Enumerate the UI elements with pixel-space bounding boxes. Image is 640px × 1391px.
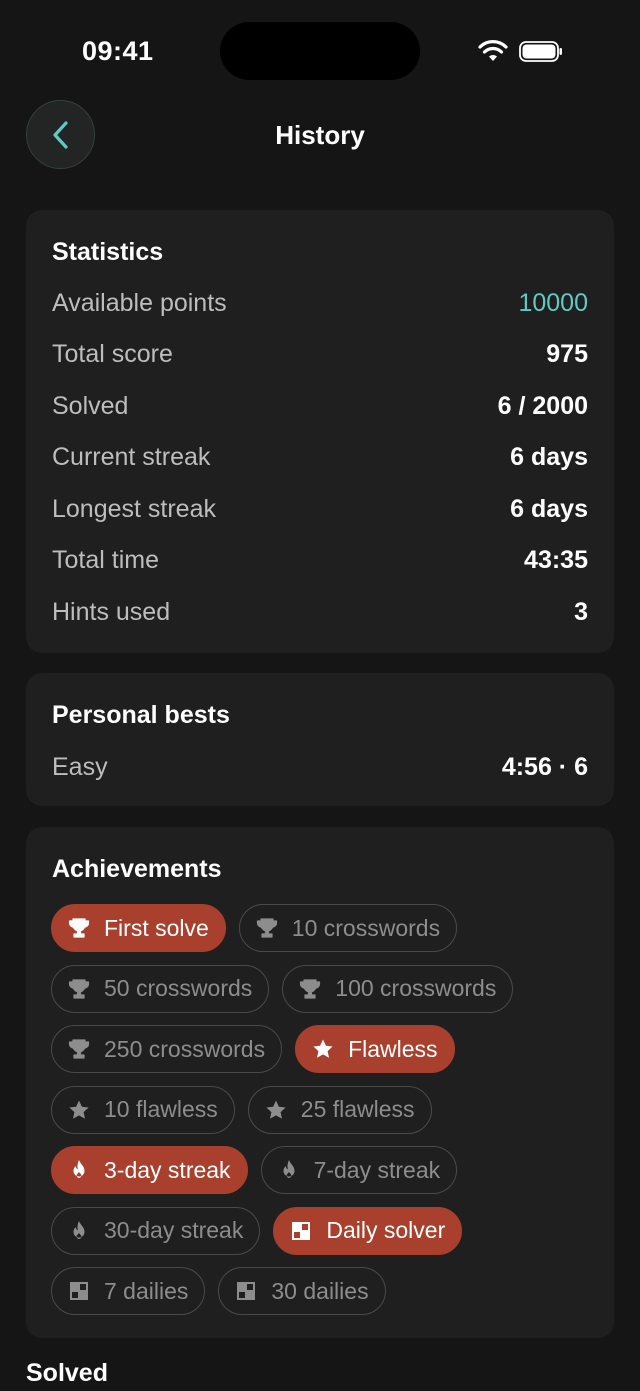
achievement-chip-50-crosswords[interactable]: 50 crosswords xyxy=(51,964,270,1013)
grid-icon xyxy=(70,1282,88,1300)
personal-bests-title: Personal bests xyxy=(52,701,230,729)
achievement-chip-3-day-streak[interactable]: 3-day streak xyxy=(51,1146,248,1194)
chip-label: 7-day streak xyxy=(313,1156,441,1183)
stat-value: 43:35 xyxy=(524,546,588,574)
chip-row: 50 crosswords 100 crosswords xyxy=(51,964,591,1013)
achievement-chip-10-flawless[interactable]: 10 flawless xyxy=(51,1085,235,1134)
achievement-chip-flawless[interactable]: Flawless xyxy=(295,1025,455,1073)
achievements-title: Achievements xyxy=(52,855,222,883)
flame-icon xyxy=(73,1160,85,1178)
stat-label: Solved xyxy=(52,392,129,420)
status-time: 09:41 xyxy=(82,36,154,66)
achievement-chip-7-day-streak[interactable]: 7-day streak xyxy=(260,1146,458,1194)
stat-value: 6 days xyxy=(510,443,588,471)
chip-label: 30-day streak xyxy=(104,1217,244,1243)
achievement-chip-10-crosswords[interactable]: 10 crosswords xyxy=(238,904,458,952)
star-icon xyxy=(69,1100,89,1119)
chip-row: 250 crosswords Flawless xyxy=(51,1025,591,1073)
flame-icon xyxy=(283,1160,295,1178)
personal-bests-card: Personal bests Easy 4:56 · 6 xyxy=(26,673,614,806)
stat-label: Current streak xyxy=(52,443,211,471)
grid-icon xyxy=(237,1282,256,1300)
statistics-card: Statistics Available points 10000 Total … xyxy=(26,210,614,653)
flame-icon xyxy=(73,1220,85,1239)
achievement-chip-250-crosswords[interactable]: 250 crosswords xyxy=(51,1025,283,1073)
stat-row-solved: Solved 6 / 2000 xyxy=(52,392,588,426)
chip-label: First solve xyxy=(104,914,209,941)
nav-bar: History xyxy=(0,98,640,170)
statistics-title: Statistics xyxy=(52,238,164,266)
trophy-icon xyxy=(300,978,321,999)
stat-row-hints-used: Hints used 3 xyxy=(52,598,588,632)
stat-row-longest-streak: Longest streak 6 days xyxy=(52,495,588,529)
star-icon xyxy=(266,1100,286,1119)
status-bar: 09:41 xyxy=(0,0,640,90)
best-value: 4:56 · 6 xyxy=(501,753,588,781)
chip-row: 30-day streak Daily solver xyxy=(51,1206,591,1255)
achievement-chips: First solve 10 crosswords 50 crosswords … xyxy=(51,904,591,1328)
stat-row-available-points: Available points 10000 xyxy=(52,289,588,323)
chip-label: Daily solver xyxy=(326,1217,446,1243)
chip-label: 30 dailies xyxy=(271,1277,369,1304)
chip-label: 100 crosswords xyxy=(335,975,497,1001)
achievement-chip-first-solve[interactable]: First solve xyxy=(51,904,226,952)
achievement-chip-7-dailies[interactable]: 7 dailies xyxy=(51,1267,206,1315)
achievement-chip-100-crosswords[interactable]: 100 crosswords xyxy=(282,964,514,1013)
chip-label: 50 crosswords xyxy=(104,975,253,1001)
achievement-chip-25-flawless[interactable]: 25 flawless xyxy=(247,1085,432,1134)
page-title: History xyxy=(275,120,365,150)
achievement-chip-30-dailies[interactable]: 30 dailies xyxy=(218,1267,386,1315)
star-icon xyxy=(313,1039,333,1058)
chip-row: First solve 10 crosswords xyxy=(51,904,591,952)
stat-value: 3 xyxy=(574,598,588,626)
solved-section-title: Solved xyxy=(26,1359,108,1387)
achievement-chip-30-day-streak[interactable]: 30-day streak xyxy=(51,1206,261,1255)
chip-row: 7 dailies 30 dailies xyxy=(51,1267,591,1315)
stat-row-total-time: Total time 43:35 xyxy=(52,546,588,580)
stat-label: Total score xyxy=(52,340,173,368)
stat-value: 6 / 2000 xyxy=(497,392,588,420)
stat-label: Hints used xyxy=(52,598,171,626)
achievement-chip-daily-solver[interactable]: Daily solver xyxy=(273,1206,463,1255)
chip-label: 3-day streak xyxy=(104,1156,231,1183)
stat-label: Total time xyxy=(52,546,159,574)
stat-row-total-score: Total score 975 xyxy=(52,340,588,374)
best-label: Easy xyxy=(52,753,108,781)
trophy-icon xyxy=(68,1039,90,1059)
trophy-icon xyxy=(256,918,277,938)
history-screen: 09:41 History Statistics Available point… xyxy=(0,0,640,1391)
stat-label: Available points xyxy=(52,289,227,317)
chip-label: 250 crosswords xyxy=(104,1035,266,1062)
chip-label: 25 flawless xyxy=(300,1096,415,1122)
chip-label: 10 flawless xyxy=(104,1096,218,1122)
stat-value: 10000 xyxy=(518,289,588,317)
grid-icon xyxy=(292,1221,311,1240)
best-row-easy: Easy 4:56 · 6 xyxy=(52,753,588,787)
chip-label: 10 crosswords xyxy=(291,914,441,941)
stat-value: 6 days xyxy=(510,495,588,523)
dynamic-island xyxy=(220,22,420,80)
achievements-card: Achievements First solve 10 crosswords 5… xyxy=(26,827,614,1338)
chip-row: 3-day streak 7-day streak xyxy=(51,1146,591,1194)
trophy-icon xyxy=(68,918,90,938)
chip-label: Flawless xyxy=(348,1035,438,1062)
battery-icon xyxy=(519,41,562,62)
chip-row: 10 flawless 25 flawless xyxy=(51,1085,591,1134)
chip-label: 7 dailies xyxy=(104,1277,189,1304)
stat-label: Longest streak xyxy=(52,495,216,523)
wifi-icon xyxy=(478,40,508,61)
stat-row-current-streak: Current streak 6 days xyxy=(52,443,588,477)
stat-value: 975 xyxy=(546,340,588,368)
trophy-icon xyxy=(68,978,90,999)
